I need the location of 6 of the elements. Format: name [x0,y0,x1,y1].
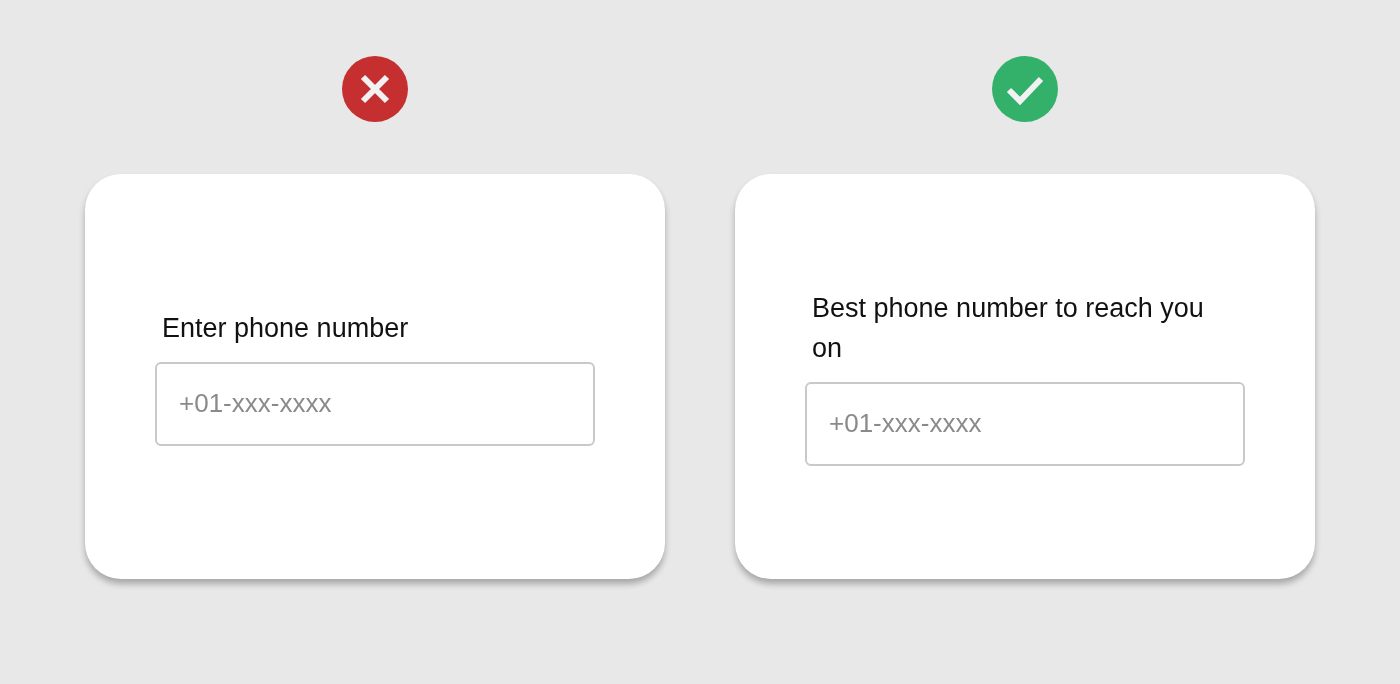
phone-input[interactable]: +01-xxx-xxxx [155,361,595,446]
checkmark-icon [992,56,1058,122]
field-label: Enter phone number [161,311,410,345]
cross-icon [342,56,408,122]
field-label: Best phone number to reach you on [811,291,1205,365]
phone-input[interactable]: +01-xxx-xxxx [805,381,1245,466]
